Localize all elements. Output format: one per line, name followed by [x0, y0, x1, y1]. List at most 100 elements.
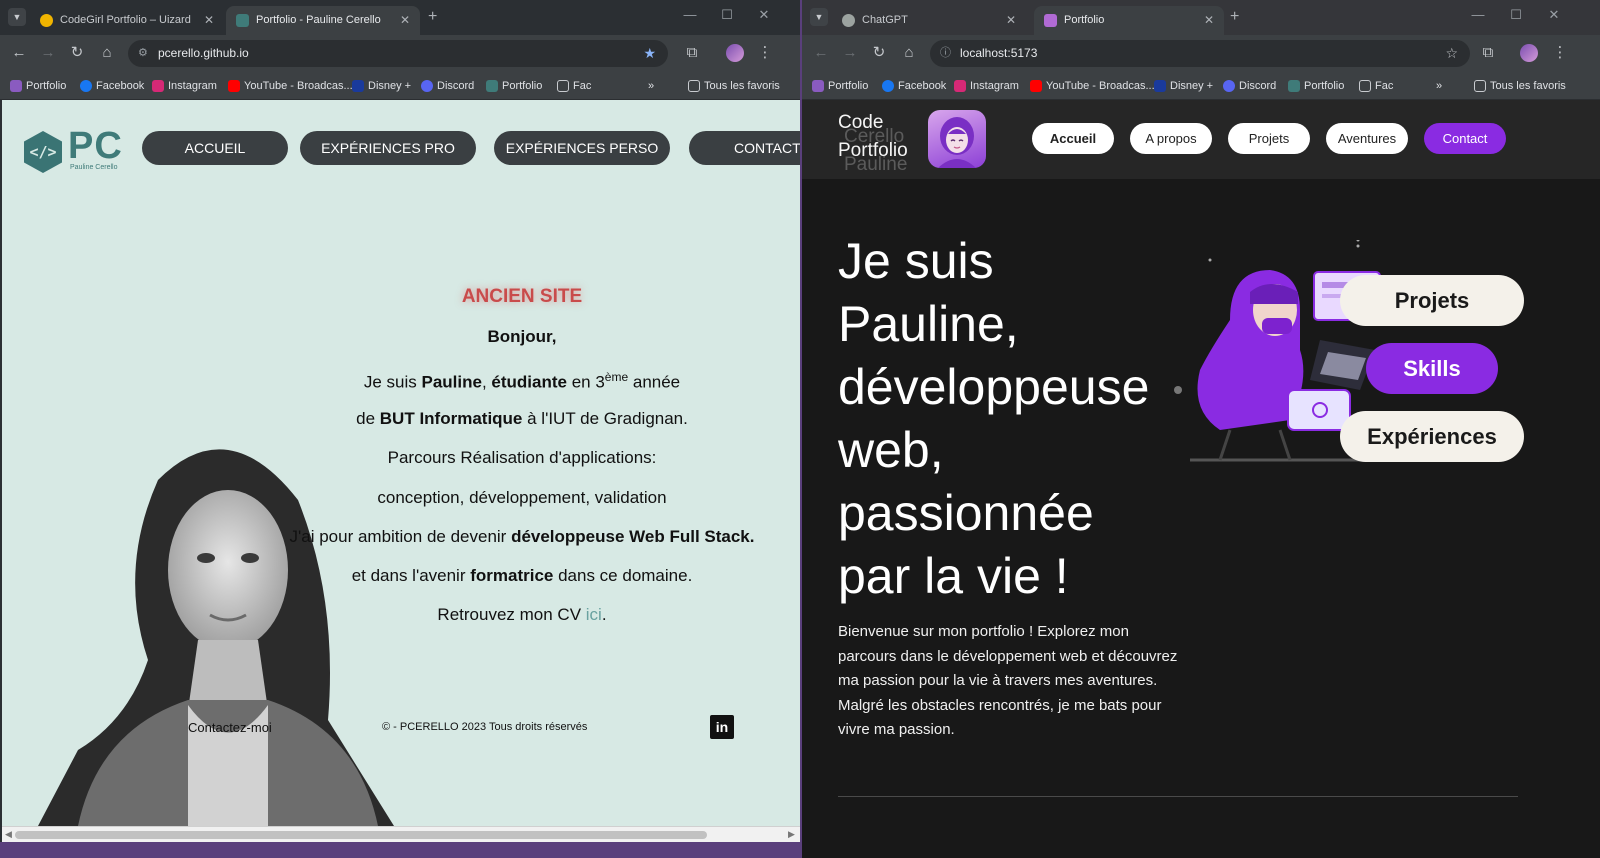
tab-codegirl[interactable]: CodeGirl Portfolio – Uizard ✕ [30, 6, 224, 35]
text-span: à l'IUT de Gradignan. [522, 409, 688, 428]
more-bookmarks-icon[interactable]: » [1436, 72, 1442, 100]
minimize-icon[interactable]: — [678, 7, 702, 22]
avatar-illustration-icon[interactable] [928, 110, 986, 168]
nav-a-propos[interactable]: A propos [1130, 123, 1212, 154]
nav-experiences-perso[interactable]: EXPÉRIENCES PERSO [494, 131, 670, 165]
tab-chatgpt[interactable]: ChatGPT ✕ [832, 6, 1026, 35]
reload-icon[interactable]: ↻ [869, 43, 889, 63]
bookmark-item[interactable]: Portfolio [1288, 72, 1344, 100]
bookmark-item[interactable]: YouTube - Broadcas... [1030, 72, 1155, 100]
minimize-icon[interactable]: — [1466, 7, 1490, 22]
reload-icon[interactable]: ↻ [67, 43, 87, 63]
portfolio-favicon-icon [1044, 14, 1057, 27]
cv-link[interactable]: ici [586, 605, 602, 624]
brand-line-1[interactable]: Code [838, 113, 883, 133]
bookmark-label: Portfolio [26, 80, 67, 92]
linkedin-icon[interactable]: in [710, 715, 734, 739]
maximize-icon[interactable]: ☐ [1504, 7, 1528, 23]
text-span: en 3 [566, 372, 605, 392]
nav-accueil[interactable]: ACCUEIL [142, 131, 288, 165]
nav-accueil[interactable]: Accueil [1032, 123, 1114, 154]
home-icon[interactable]: ⌂ [97, 43, 117, 63]
bookmark-label: YouTube - Broadcas... [1046, 80, 1155, 92]
intro-line-5: J'ai pour ambition de devenir développeu… [2, 527, 800, 547]
address-bar[interactable]: ⓘ localhost:5173 ☆ [930, 40, 1470, 67]
nav-contact[interactable]: Contact [1424, 123, 1506, 154]
bookmark-item[interactable]: Disney + [1154, 72, 1213, 100]
bookmark-item[interactable]: Facebook [882, 72, 946, 100]
bookmark-label: Portfolio [828, 80, 869, 92]
contact-link[interactable]: Contactez-moi [188, 720, 272, 735]
new-tab-button[interactable]: + [1230, 6, 1239, 28]
bookmark-item[interactable]: Discord [1223, 72, 1276, 100]
nav-contact[interactable]: CONTACT [689, 131, 800, 165]
pill-projets[interactable]: Projets [1340, 275, 1524, 326]
bookmark-label: Instagram [168, 80, 217, 92]
logo-text[interactable]: PC [68, 125, 123, 168]
bookmark-star-icon[interactable]: ★ [643, 40, 656, 67]
site-settings-icon[interactable]: ⚙ [138, 40, 148, 67]
bookmark-label: Tous les favoris [1490, 80, 1566, 92]
tab-portfolio[interactable]: Portfolio ✕ [1034, 6, 1224, 35]
forward-arrow-icon[interactable]: → [840, 43, 860, 63]
degree-bold: BUT Informatique [379, 409, 523, 428]
close-window-icon[interactable]: ✕ [1542, 7, 1566, 23]
bookmark-item[interactable]: Disney + [352, 72, 411, 100]
hero-line: Je suis [838, 233, 994, 289]
horizontal-scrollbar[interactable]: ◀ ▶ [2, 826, 800, 842]
close-tab-icon[interactable]: ✕ [1204, 6, 1214, 35]
profile-avatar[interactable] [1520, 44, 1538, 62]
scroll-left-icon[interactable]: ◀ [5, 829, 12, 840]
close-tab-icon[interactable]: ✕ [400, 6, 410, 35]
bookmark-folder[interactable]: Fac [557, 72, 591, 100]
bookmark-item[interactable]: Discord [421, 72, 474, 100]
close-tab-icon[interactable]: ✕ [1006, 6, 1016, 35]
close-tab-icon[interactable]: ✕ [204, 6, 214, 35]
menu-kebab-icon[interactable]: ⋮ [755, 43, 775, 63]
forward-arrow-icon[interactable]: → [38, 43, 58, 63]
bookmark-label: YouTube - Broadcas... [244, 80, 353, 92]
all-bookmarks-folder[interactable]: Tous les favoris [688, 72, 780, 100]
extensions-icon[interactable]: ⧉ [682, 43, 702, 63]
info-icon[interactable]: ⓘ [940, 40, 951, 67]
bookmark-item[interactable]: YouTube - Broadcas... [228, 72, 353, 100]
bookmark-label: Fac [573, 80, 592, 92]
bookmark-item[interactable]: Portfolio [10, 72, 66, 100]
more-bookmarks-icon[interactable]: » [648, 72, 654, 100]
back-arrow-icon[interactable]: ← [811, 43, 831, 63]
bookmark-item[interactable]: Instagram [954, 72, 1019, 100]
new-tab-button[interactable]: + [428, 6, 437, 28]
scroll-right-icon[interactable]: ▶ [788, 829, 795, 840]
nav-experiences-pro[interactable]: EXPÉRIENCES PRO [300, 131, 476, 165]
pc-favicon-icon [236, 14, 249, 27]
address-bar[interactable]: ⚙ pcerello.github.io ★ [128, 40, 668, 67]
tab-portfolio-cerello[interactable]: Portfolio - Pauline Cerello ✕ [226, 6, 420, 35]
code-logo-icon[interactable]: </> [24, 131, 62, 173]
menu-kebab-icon[interactable]: ⋮ [1550, 43, 1570, 63]
tab-search-button[interactable]: ▼ [810, 8, 828, 26]
tab-search-button[interactable]: ▼ [8, 8, 26, 26]
bookmark-item[interactable]: Facebook [80, 72, 144, 100]
all-bookmarks-folder[interactable]: Tous les favoris [1474, 72, 1566, 100]
pill-experiences[interactable]: Expériences [1340, 411, 1524, 462]
bookmark-item[interactable]: Instagram [152, 72, 217, 100]
text-span: . [601, 605, 607, 624]
bookmark-item[interactable]: Portfolio [486, 72, 542, 100]
home-icon[interactable]: ⌂ [899, 43, 919, 63]
scrollbar-thumb[interactable] [15, 831, 707, 839]
pill-skills[interactable]: Skills [1366, 343, 1498, 394]
bookmark-item[interactable]: Portfolio [812, 72, 868, 100]
nav-projets[interactable]: Projets [1228, 123, 1310, 154]
bookmark-star-icon[interactable]: ☆ [1445, 40, 1458, 67]
uizard-favicon-icon [40, 14, 53, 27]
profile-avatar[interactable] [726, 44, 744, 62]
back-arrow-icon[interactable]: ← [9, 43, 29, 63]
bookmark-folder[interactable]: Fac [1359, 72, 1393, 100]
close-window-icon[interactable]: ✕ [752, 7, 776, 23]
brand-line-2[interactable]: Portfolio [838, 141, 908, 161]
extensions-icon[interactable]: ⧉ [1478, 43, 1498, 63]
nav-aventures[interactable]: Aventures [1326, 123, 1408, 154]
maximize-icon[interactable]: ☐ [715, 7, 739, 23]
copyright-text: © - PCERELLO 2023 Tous droits réservés [382, 721, 588, 733]
chatgpt-favicon-icon [842, 14, 855, 27]
